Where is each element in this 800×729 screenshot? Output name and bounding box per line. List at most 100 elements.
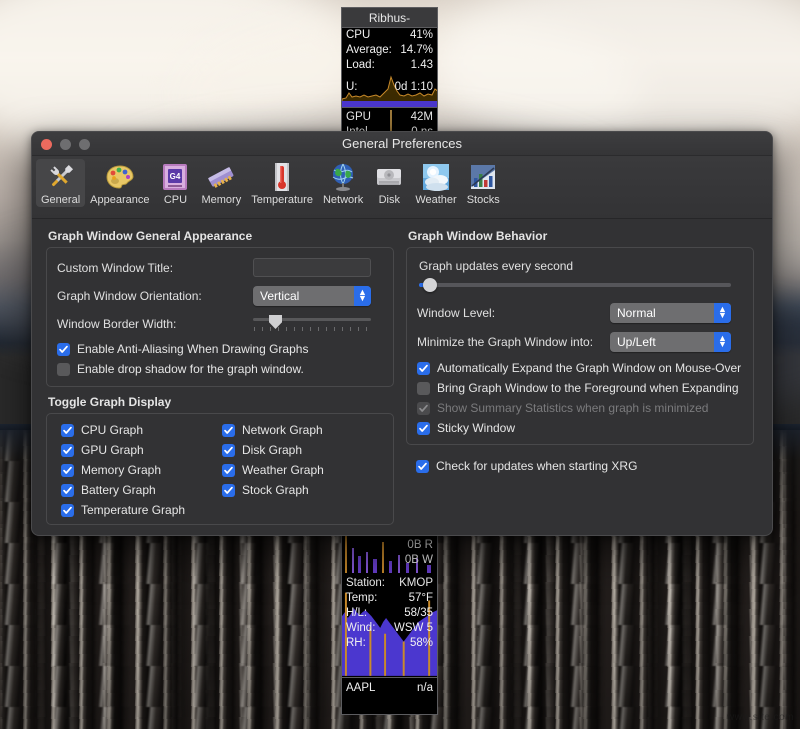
cpu-row-label: U: [346,80,358,95]
chevron-updown-icon: ▲▼ [714,332,731,352]
temperature-graph-checkbox[interactable] [61,504,74,517]
weather-row: Wind: WSW 5 [342,621,437,636]
weather-row: Temp:57°F [342,591,437,606]
slider-track [419,283,731,287]
temperature-graph-label: Temperature Graph [81,503,185,517]
toolbar-item-memory[interactable]: Memory [196,159,246,207]
window-level-value: Normal [617,306,656,320]
update-rate-slider[interactable] [419,277,731,293]
bring-foreground-row[interactable]: Bring Graph Window to the Foreground whe… [417,381,743,395]
toggle-display-group-title: Toggle Graph Display [48,395,394,409]
auto-expand-row[interactable]: Automatically Expand the Graph Window on… [417,361,743,375]
chevron-updown-icon: ▲▼ [354,286,371,306]
hard-disk-icon [373,161,405,193]
cpu-row-label: Average: [346,43,392,58]
globe-icon [327,161,359,193]
cpu-row-value: 41% [410,28,433,43]
disk-graph-checkbox[interactable] [222,444,235,457]
network-graph-checkbox[interactable] [222,424,235,437]
stock-graph-label: Stock Graph [242,483,309,497]
network-row-value: 0B R [407,538,433,553]
weather-row-label: Wind: [346,621,375,636]
general-preferences-window[interactable]: General Preferences [31,131,773,536]
slider-knob[interactable] [423,278,437,292]
check-updates-row[interactable]: Check for updates when starting XRG [406,459,754,473]
toolbar-item-general[interactable]: General [36,159,85,207]
toolbar-item-weather[interactable]: Weather [410,159,461,207]
dropshadow-checkbox[interactable] [57,363,70,376]
disk-graph-row[interactable]: Disk Graph [222,443,383,457]
gpu-graph-checkbox[interactable] [61,444,74,457]
cpu-row-label: CPU [346,28,370,43]
preferences-toolbar[interactable]: General Appearance [32,156,772,219]
auto-expand-checkbox[interactable] [417,362,430,375]
minimize-into-popup-button[interactable]: Up/Left ▲▼ [610,332,731,352]
antialias-checkbox[interactable] [57,343,70,356]
dropshadow-label: Enable drop shadow for the graph window. [77,362,304,376]
appearance-group-box: Custom Window Title: Graph Window Orient… [46,247,394,387]
network-graph-row[interactable]: Network Graph [222,423,383,437]
bar-chart-icon [467,161,499,193]
toolbar-item-stocks[interactable]: Stocks [462,159,505,207]
toolbar-item-appearance[interactable]: Appearance [85,159,154,207]
toolbar-label: Appearance [90,194,149,206]
spacer [46,387,394,395]
toolbar-label: Disk [379,194,400,206]
cpu-row-label: Load: [346,58,375,73]
weather-graph-row[interactable]: Weather Graph [222,463,383,477]
stock-graph-checkbox[interactable] [222,484,235,497]
border-width-row: Window Border Width: [57,315,383,333]
window-level-popup-button[interactable]: Normal ▲▼ [610,303,731,323]
chevron-updown-icon: ▲▼ [714,303,731,323]
weather-row-value: WSW 5 [394,621,433,636]
battery-graph-label: Battery Graph [81,483,156,497]
window-titlebar[interactable]: General Preferences [32,132,772,156]
gpu-row: GPU42M [342,108,437,125]
memory-graph-row[interactable]: Memory Graph [61,463,222,477]
toolbar-item-cpu[interactable]: G4 CPU [154,159,196,207]
network-row-value: 0B W [405,553,433,568]
memory-graph-checkbox[interactable] [61,464,74,477]
temperature-graph-row[interactable]: Temperature Graph [61,503,222,517]
dropshadow-row[interactable]: Enable drop shadow for the graph window. [57,362,383,376]
cpu-graph-checkbox[interactable] [61,424,74,437]
bring-foreground-checkbox[interactable] [417,382,430,395]
toolbar-item-network[interactable]: Network [318,159,368,207]
toolbar-label: Temperature [251,194,313,206]
behavior-group-title: Graph Window Behavior [408,229,754,243]
xrg-cpu-module[interactable]: CPU41% Average:14.7% Load:1.43 U:0d 1:10 [342,28,437,108]
weather-row-value: 57°F [409,591,433,606]
gpu-graph-row[interactable]: GPU Graph [61,443,222,457]
toolbar-item-disk[interactable]: Disk [368,159,410,207]
weather-graph-checkbox[interactable] [222,464,235,477]
xrg-window-title: Ribhus- [342,8,437,28]
xrg-weather-module[interactable]: Station:KMOP Temp:57°F H/L:58/35 Wind:WS… [342,573,437,678]
cpu-row: U:0d 1:10 [342,80,437,95]
minimize-button[interactable] [60,139,71,150]
toolbar-label: Memory [201,194,241,206]
xrg-stocks-module[interactable]: AAPL n/a 1y [342,678,437,715]
cpu-graph-label: CPU Graph [81,423,143,437]
zoom-button[interactable] [79,139,90,150]
behavior-group-box: Graph updates every second Window Level:… [406,247,754,445]
check-updates-checkbox[interactable] [416,460,429,473]
battery-graph-row[interactable]: Battery Graph [61,483,222,497]
stock-graph-row[interactable]: Stock Graph [222,483,383,497]
toolbar-item-temperature[interactable]: Temperature [246,159,318,207]
antialias-row[interactable]: Enable Anti-Aliasing When Drawing Graphs [57,342,383,356]
sticky-window-checkbox[interactable] [417,422,430,435]
custom-window-title-input[interactable] [253,258,371,277]
sticky-window-row[interactable]: Sticky Window [417,421,743,435]
cpu-row-value: 14.7% [400,43,433,58]
orientation-popup-button[interactable]: Vertical ▲▼ [253,286,371,306]
orientation-label: Graph Window Orientation: [57,289,253,303]
weather-row-label: H/L: [346,606,367,621]
close-button[interactable] [41,139,52,150]
battery-graph-checkbox[interactable] [61,484,74,497]
border-width-label: Window Border Width: [57,317,253,331]
window-border-width-slider[interactable] [253,315,371,333]
gpu-graph-label: GPU Graph [81,443,144,457]
cpu-graph-row[interactable]: CPU Graph [61,423,222,437]
gpu-row-label: GPU [346,110,371,125]
toolbar-label: Stocks [467,194,500,206]
